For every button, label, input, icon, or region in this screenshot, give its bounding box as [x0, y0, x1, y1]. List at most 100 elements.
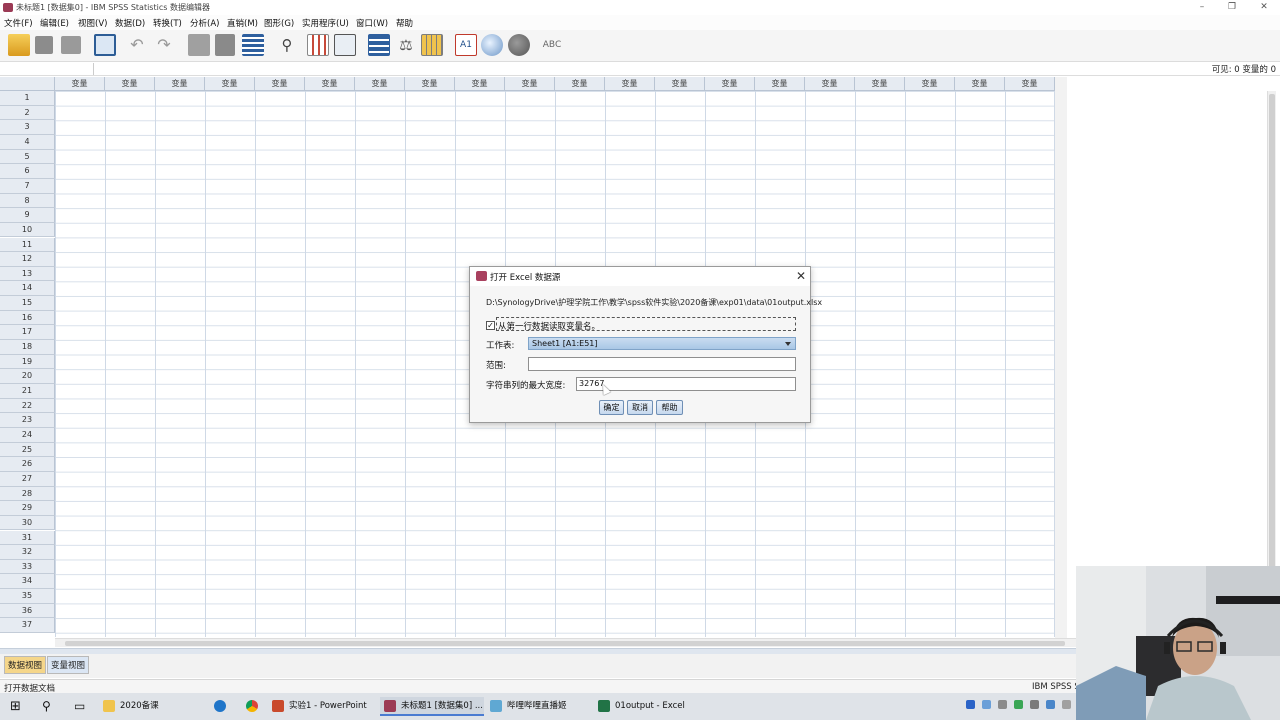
row-header[interactable]: 21 [0, 384, 55, 399]
column-header[interactable]: 变量 [855, 77, 905, 91]
menu-edit[interactable]: 编辑(E) [40, 17, 69, 29]
column-header[interactable]: 变量 [405, 77, 455, 91]
save-icon[interactable] [35, 36, 53, 54]
bluetooth-icon[interactable] [966, 700, 975, 709]
column-header[interactable]: 变量 [755, 77, 805, 91]
tray-app-icon[interactable] [1062, 700, 1071, 709]
find-icon[interactable]: ⚲ [276, 34, 298, 56]
menu-graphs[interactable]: 图形(G) [264, 17, 294, 29]
maximize-button[interactable]: ❐ [1222, 1, 1242, 13]
row-header[interactable]: 30 [0, 515, 55, 531]
tab-variable-view[interactable]: 变量视图 [47, 656, 90, 674]
row-header[interactable]: 20 [0, 369, 55, 384]
column-header[interactable]: 变量 [355, 77, 405, 91]
row-header[interactable]: 27 [0, 471, 55, 487]
column-header[interactable]: 变量 [1005, 77, 1055, 91]
column-header[interactable]: 变量 [705, 77, 755, 91]
row-header[interactable]: 34 [0, 574, 55, 590]
row-header[interactable]: 16 [0, 310, 55, 326]
column-header[interactable]: 变量 [205, 77, 255, 91]
menu-transform[interactable]: 转换(T) [153, 17, 182, 29]
range-input[interactable] [528, 357, 796, 371]
column-header[interactable]: 变量 [655, 77, 705, 91]
search-icon[interactable]: ⚲ [42, 697, 51, 716]
weight-cases-icon[interactable]: ⚖ [395, 34, 417, 56]
tray-app-icon[interactable] [982, 700, 991, 709]
row-header[interactable]: 4 [0, 134, 55, 150]
goto-case-icon[interactable] [188, 34, 210, 56]
row-header[interactable]: 6 [0, 164, 55, 179]
redo-icon[interactable]: ↷ [155, 34, 173, 56]
tray-app-icon[interactable] [998, 700, 1007, 709]
row-header[interactable]: 8 [0, 193, 55, 209]
print-icon[interactable] [61, 36, 81, 54]
windows-start-icon[interactable]: ⊞ [10, 697, 21, 716]
menu-help[interactable]: 帮助 [396, 17, 413, 29]
column-header[interactable]: 变量 [905, 77, 955, 91]
column-header[interactable]: 变量 [555, 77, 605, 91]
select-cases-icon[interactable] [421, 34, 443, 56]
column-header[interactable]: 变量 [955, 77, 1005, 91]
row-header[interactable]: 35 [0, 589, 55, 604]
taskbar-item-excel[interactable]: 01output - Excel [598, 697, 698, 716]
column-header[interactable]: 变量 [605, 77, 655, 91]
row-header[interactable]: 2 [0, 105, 55, 121]
row-header[interactable]: 23 [0, 413, 55, 428]
row-header[interactable]: 18 [0, 340, 55, 355]
row-header[interactable]: 19 [0, 354, 55, 370]
minimize-button[interactable]: – [1192, 1, 1212, 13]
column-header[interactable]: 变量 [105, 77, 155, 91]
column-header[interactable]: 变量 [305, 77, 355, 91]
column-header[interactable]: 变量 [255, 77, 305, 91]
taskbar-item-spss[interactable]: 未标题1 [数据集0] ... [380, 697, 484, 716]
show-all-variables-icon[interactable] [508, 34, 530, 56]
row-header[interactable]: 10 [0, 222, 55, 238]
use-sets-icon[interactable] [481, 34, 503, 56]
column-header[interactable]: 变量 [55, 77, 105, 91]
dialog-close-button[interactable]: ✕ [795, 269, 807, 283]
column-header[interactable]: 变量 [455, 77, 505, 91]
cancel-button[interactable]: 取消 [627, 400, 653, 415]
row-header[interactable]: 24 [0, 427, 55, 443]
goto-variable-icon[interactable] [215, 34, 235, 56]
taskbar-item-bilibili[interactable]: 哔哩哔哩直播姬 [490, 697, 590, 716]
row-header[interactable]: 9 [0, 208, 55, 223]
tray-app-icon[interactable] [1030, 700, 1039, 709]
tray-app-icon[interactable] [1046, 700, 1055, 709]
cell-reference-field[interactable] [2, 63, 94, 75]
row-header[interactable]: 22 [0, 398, 55, 414]
row-header[interactable]: 17 [0, 325, 55, 341]
horizontal-scrollbar[interactable] [55, 638, 1076, 647]
row-header[interactable]: 37 [0, 618, 55, 634]
taskbar-item-folder[interactable]: 2020备课 [103, 697, 203, 716]
row-header[interactable]: 12 [0, 252, 55, 267]
chevron-down-icon[interactable] [785, 342, 791, 346]
taskbar-item-powerpoint[interactable]: 实验1 - PowerPoint [272, 697, 374, 716]
read-variable-names-checkbox[interactable]: ✓ [486, 321, 495, 330]
scroll-thumb[interactable] [65, 641, 1065, 646]
row-header[interactable]: 5 [0, 149, 55, 165]
read-variable-names-label[interactable]: 从第一行数据读取变量名。 [498, 320, 600, 332]
variables-icon[interactable] [242, 34, 264, 56]
tab-data-view[interactable]: 数据视图 [4, 656, 47, 674]
tray-app-icon[interactable] [1014, 700, 1023, 709]
edge-icon[interactable] [214, 697, 231, 716]
insert-variable-icon[interactable] [334, 34, 356, 56]
chrome-icon[interactable] [246, 697, 263, 716]
row-header[interactable]: 26 [0, 457, 55, 472]
close-button[interactable]: ✕ [1254, 1, 1274, 13]
recall-dialog-icon[interactable] [94, 34, 116, 56]
menu-window[interactable]: 窗口(W) [356, 17, 388, 29]
split-file-icon[interactable] [368, 34, 390, 56]
ok-button[interactable]: 确定 [599, 400, 624, 415]
row-header[interactable]: 33 [0, 559, 55, 575]
column-header[interactable]: 变量 [805, 77, 855, 91]
menu-view[interactable]: 视图(V) [78, 17, 107, 29]
menu-direct-marketing[interactable]: 直销(M) [227, 17, 258, 29]
scroll-thumb[interactable] [1269, 94, 1275, 629]
row-header[interactable]: 3 [0, 120, 55, 135]
column-header[interactable]: 变量 [505, 77, 555, 91]
row-header[interactable]: 31 [0, 530, 55, 546]
value-labels-icon[interactable]: A1 [455, 34, 477, 56]
row-header[interactable]: 7 [0, 178, 55, 194]
